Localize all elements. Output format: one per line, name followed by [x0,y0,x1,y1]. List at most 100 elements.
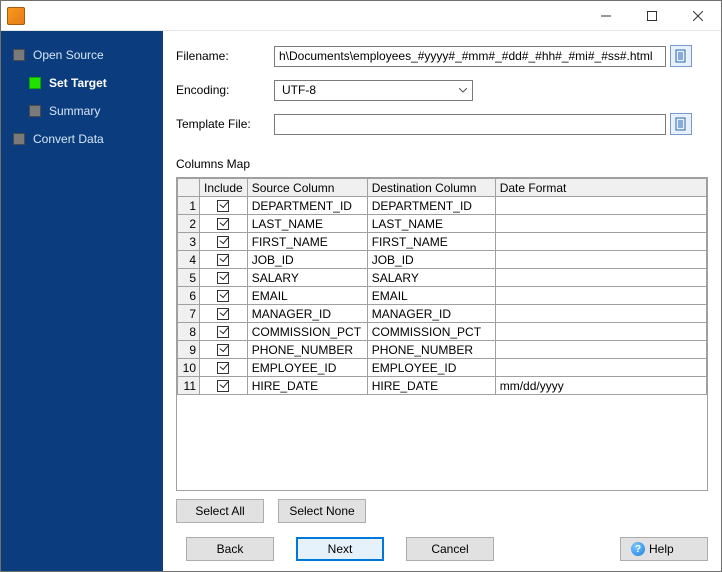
format-cell[interactable]: mm/dd/yyyy [495,377,706,395]
minimize-button[interactable] [583,1,629,31]
source-cell[interactable]: EMPLOYEE_ID [247,359,367,377]
destination-cell[interactable]: LAST_NAME [367,215,495,233]
select-none-button[interactable]: Select None [278,499,366,523]
source-cell[interactable]: SALARY [247,269,367,287]
destination-cell[interactable]: COMMISSION_PCT [367,323,495,341]
nav-item-label: Open Source [33,48,104,62]
table-row[interactable]: 9 PHONE_NUMBERPHONE_NUMBER [178,341,707,359]
filename-label: Filename: [176,49,274,63]
include-checkbox[interactable] [217,380,229,392]
destination-cell[interactable]: SALARY [367,269,495,287]
include-checkbox[interactable] [217,308,229,320]
include-cell[interactable] [200,233,248,251]
titlebar [1,1,721,31]
table-row[interactable]: 1DEPARTMENT_IDDEPARTMENT_ID [178,197,707,215]
include-cell[interactable] [200,377,248,395]
format-cell[interactable] [495,197,706,215]
include-checkbox[interactable] [217,290,229,302]
table-row[interactable]: 10EMPLOYEE_IDEMPLOYEE_ID [178,359,707,377]
destination-cell[interactable]: JOB_ID [367,251,495,269]
format-cell[interactable] [495,323,706,341]
table-row[interactable]: 11HIRE_DATEHIRE_DATEmm/dd/yyyy [178,377,707,395]
include-cell[interactable] [200,287,248,305]
destination-cell[interactable]: MANAGER_ID [367,305,495,323]
destination-cell[interactable]: EMAIL [367,287,495,305]
filename-input[interactable] [274,46,666,67]
include-header[interactable]: Include [200,179,248,197]
nav-item-set-target[interactable]: Set Target [1,69,163,97]
format-cell[interactable] [495,341,706,359]
include-cell[interactable] [200,251,248,269]
back-button[interactable]: Back [186,537,274,561]
document-icon [674,117,688,131]
table-row[interactable]: 6 EMAILEMAIL [178,287,707,305]
table-row[interactable]: 7MANAGER_IDMANAGER_ID [178,305,707,323]
destination-header[interactable]: Destination Column [367,179,495,197]
nav-item-summary[interactable]: Summary [1,97,163,125]
source-cell[interactable]: DEPARTMENT_ID [247,197,367,215]
include-cell[interactable] [200,215,248,233]
source-cell[interactable]: LAST_NAME [247,215,367,233]
destination-cell[interactable]: PHONE_NUMBER [367,341,495,359]
filename-browse-button[interactable] [670,45,692,67]
table-row[interactable]: 5SALARYSALARY [178,269,707,287]
include-checkbox[interactable] [217,218,229,230]
template-browse-button[interactable] [670,113,692,135]
row-number: 9 [178,341,200,359]
row-number: 6 [178,287,200,305]
table-row[interactable]: 8COMMISSION_PCTCOMMISSION_PCT [178,323,707,341]
include-checkbox[interactable] [217,344,229,356]
source-cell[interactable]: PHONE_NUMBER [247,341,367,359]
table-row[interactable]: 2 LAST_NAMELAST_NAME [178,215,707,233]
include-checkbox[interactable] [217,236,229,248]
encoding-value: UTF-8 [279,81,468,100]
nav-item-convert-data[interactable]: Convert Data [1,125,163,153]
include-checkbox[interactable] [217,272,229,284]
include-checkbox[interactable] [217,362,229,374]
columns-map-title: Columns Map [176,157,708,171]
include-cell[interactable] [200,269,248,287]
nav-bullet-icon [29,77,41,89]
source-cell[interactable]: JOB_ID [247,251,367,269]
select-all-button[interactable]: Select All [176,499,264,523]
columns-table: Include Source Column Destination Column… [176,177,708,491]
include-cell[interactable] [200,305,248,323]
format-cell[interactable] [495,215,706,233]
source-cell[interactable]: HIRE_DATE [247,377,367,395]
destination-cell[interactable]: EMPLOYEE_ID [367,359,495,377]
destination-cell[interactable]: DEPARTMENT_ID [367,197,495,215]
cancel-button[interactable]: Cancel [406,537,494,561]
close-button[interactable] [675,1,721,31]
include-cell[interactable] [200,341,248,359]
help-button[interactable]: ? Help [620,537,708,561]
format-cell[interactable] [495,251,706,269]
source-cell[interactable]: EMAIL [247,287,367,305]
next-button[interactable]: Next [296,537,384,561]
row-number: 2 [178,215,200,233]
format-cell[interactable] [495,233,706,251]
include-cell[interactable] [200,323,248,341]
format-cell[interactable] [495,359,706,377]
nav-item-open-source[interactable]: Open Source [1,41,163,69]
destination-cell[interactable]: FIRST_NAME [367,233,495,251]
source-cell[interactable]: FIRST_NAME [247,233,367,251]
include-cell[interactable] [200,197,248,215]
table-row[interactable]: 3FIRST_NAMEFIRST_NAME [178,233,707,251]
main-panel: Filename: Encoding: UTF-8 [163,31,721,571]
encoding-select[interactable]: UTF-8 [274,80,473,101]
include-checkbox[interactable] [217,254,229,266]
source-header[interactable]: Source Column [247,179,367,197]
destination-cell[interactable]: HIRE_DATE [367,377,495,395]
include-checkbox[interactable] [217,200,229,212]
format-cell[interactable] [495,287,706,305]
template-file-input[interactable] [274,114,666,135]
format-cell[interactable] [495,269,706,287]
format-cell[interactable] [495,305,706,323]
source-cell[interactable]: COMMISSION_PCT [247,323,367,341]
include-cell[interactable] [200,359,248,377]
format-header[interactable]: Date Format [495,179,706,197]
maximize-button[interactable] [629,1,675,31]
source-cell[interactable]: MANAGER_ID [247,305,367,323]
table-row[interactable]: 4JOB_IDJOB_ID [178,251,707,269]
include-checkbox[interactable] [217,326,229,338]
